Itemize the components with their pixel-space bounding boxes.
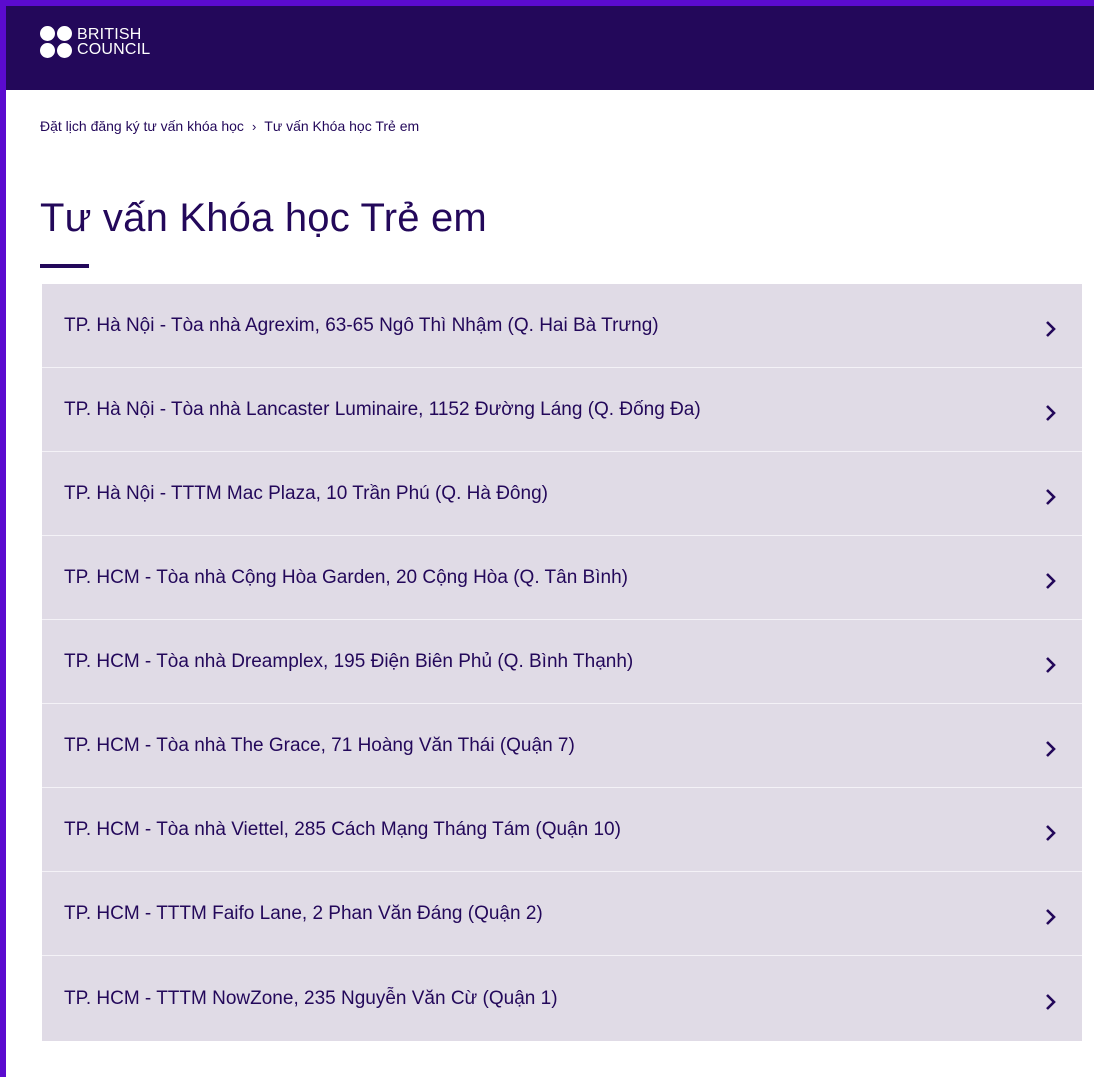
location-label: TP. HCM - Tòa nhà Dreamplex, 195 Điện Bi… xyxy=(64,650,634,672)
location-item[interactable]: TP. HCM - Tòa nhà The Grace, 71 Hoàng Vă… xyxy=(42,704,1082,788)
breadcrumb: Đặt lịch đăng ký tư vấn khóa học › Tư vấ… xyxy=(40,118,419,134)
page-title: Tư vấn Khóa học Trẻ em xyxy=(40,196,487,240)
chevron-right-icon xyxy=(1046,993,1056,1010)
location-label: TP. Hà Nội - Tòa nhà Agrexim, 63-65 Ngô … xyxy=(64,314,659,336)
page-frame: BRITISH COUNCIL Đặt lịch đăng ký tư vấn … xyxy=(0,0,1094,1077)
logo-dots-icon xyxy=(40,26,72,58)
chevron-right-icon xyxy=(1046,656,1056,673)
location-list: TP. Hà Nội - Tòa nhà Agrexim, 63-65 Ngô … xyxy=(42,284,1082,1041)
location-label: TP. HCM - Tòa nhà Cộng Hòa Garden, 20 Cộ… xyxy=(64,566,628,588)
location-item[interactable]: TP. Hà Nội - Tòa nhà Agrexim, 63-65 Ngô … xyxy=(42,284,1082,368)
chevron-right-icon xyxy=(1046,572,1056,589)
logo-dot xyxy=(40,26,55,41)
logo-line-2: COUNCIL xyxy=(77,41,151,58)
location-item[interactable]: TP. HCM - Tòa nhà Cộng Hòa Garden, 20 Cộ… xyxy=(42,536,1082,620)
chevron-right-icon xyxy=(1046,740,1056,757)
title-underline xyxy=(40,264,89,268)
chevron-right-icon xyxy=(1046,908,1056,925)
location-label: TP. HCM - TTTM NowZone, 235 Nguyễn Văn C… xyxy=(64,987,558,1009)
location-label: TP. HCM - Tòa nhà The Grace, 71 Hoàng Vă… xyxy=(64,734,575,756)
british-council-logo[interactable]: BRITISH COUNCIL xyxy=(40,26,150,58)
logo-text: BRITISH COUNCIL xyxy=(77,26,151,58)
breadcrumb-parent-link[interactable]: Đặt lịch đăng ký tư vấn khóa học xyxy=(40,118,244,134)
site-header: BRITISH COUNCIL xyxy=(6,6,1094,90)
location-item[interactable]: TP. HCM - Tòa nhà Dreamplex, 195 Điện Bi… xyxy=(42,620,1082,704)
location-item[interactable]: TP. HCM - TTTM Faifo Lane, 2 Phan Văn Đá… xyxy=(42,872,1082,956)
location-label: TP. Hà Nội - Tòa nhà Lancaster Luminaire… xyxy=(64,398,701,420)
chevron-right-icon xyxy=(1046,404,1056,421)
chevron-right-icon xyxy=(1046,320,1056,337)
logo-line-1: BRITISH xyxy=(77,26,142,43)
location-label: TP. HCM - Tòa nhà Viettel, 285 Cách Mạng… xyxy=(64,818,621,840)
location-label: TP. HCM - TTTM Faifo Lane, 2 Phan Văn Đá… xyxy=(64,902,543,924)
logo-dot xyxy=(57,43,72,58)
logo-dot xyxy=(40,43,55,58)
location-item[interactable]: TP. Hà Nội - Tòa nhà Lancaster Luminaire… xyxy=(42,368,1082,452)
location-label: TP. Hà Nội - TTTM Mac Plaza, 10 Trần Phú… xyxy=(64,482,548,504)
location-item[interactable]: TP. HCM - Tòa nhà Viettel, 285 Cách Mạng… xyxy=(42,788,1082,872)
location-item[interactable]: TP. HCM - TTTM NowZone, 235 Nguyễn Văn C… xyxy=(42,956,1082,1041)
breadcrumb-separator-icon: › xyxy=(251,118,257,134)
logo-dot xyxy=(57,26,72,41)
location-item[interactable]: TP. Hà Nội - TTTM Mac Plaza, 10 Trần Phú… xyxy=(42,452,1082,536)
chevron-right-icon xyxy=(1046,488,1056,505)
breadcrumb-current: Tư vấn Khóa học Trẻ em xyxy=(264,118,420,134)
chevron-right-icon xyxy=(1046,824,1056,841)
